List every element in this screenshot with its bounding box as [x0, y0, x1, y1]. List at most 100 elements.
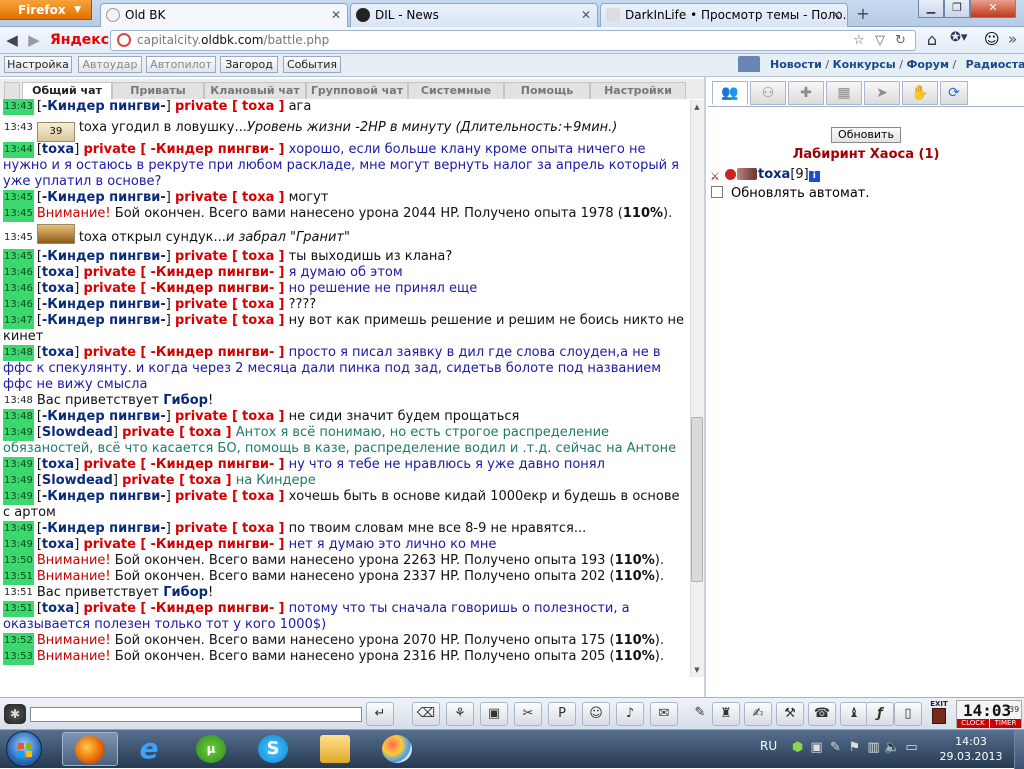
sender-nick[interactable]: toxa	[42, 601, 74, 616]
taskbar-ie[interactable]: e	[122, 732, 178, 766]
hands-tab-icon[interactable]: ✋	[902, 81, 938, 105]
chat-input[interactable]	[30, 707, 362, 722]
sender-nick[interactable]: -Киндер пингви-	[42, 521, 166, 536]
clear-chat-icon[interactable]: ✉	[650, 702, 678, 726]
auto-refresh-row[interactable]: Обновлять автомат.	[711, 186, 870, 201]
addon-menu-icon[interactable]: ✪▾	[950, 30, 976, 50]
scroll-up-icon[interactable]: ▲	[691, 101, 703, 113]
chat-mode-icon[interactable]: ✱	[4, 704, 26, 724]
windows-start-button[interactable]	[6, 731, 42, 767]
tray-display-icon[interactable]: ▭	[902, 740, 921, 755]
dropdown-arrow-icon[interactable]: ▽	[875, 31, 885, 50]
private-label[interactable]: private [	[83, 345, 146, 360]
sender-nick[interactable]: toxa	[42, 142, 74, 157]
private-recipient[interactable]: toxa	[242, 249, 274, 264]
site-identity-icon[interactable]	[117, 33, 131, 47]
forward-arrow-icon[interactable]: ▶	[24, 30, 44, 50]
private-recipient[interactable]: toxa	[242, 99, 274, 114]
private-recipient[interactable]: toxa	[242, 409, 274, 424]
tab-general-chat[interactable]: Общий чат	[22, 82, 112, 99]
close-tab-icon[interactable]: ✕	[581, 4, 591, 26]
sender-nick[interactable]: toxa	[42, 457, 74, 472]
arrow-tab-icon[interactable]: ➤	[864, 81, 900, 105]
refresh-button[interactable]: Обновить	[831, 127, 901, 143]
tray-flag-icon[interactable]: ⚑	[845, 740, 864, 755]
save-log-icon[interactable]: ▣	[480, 702, 508, 726]
tray-app-icon[interactable]: ▣	[807, 740, 826, 755]
tab-darkinlife[interactable]: DarkInLife • Просмотр темы - Поло... ✕	[600, 3, 848, 27]
minimize-window-button[interactable]: ▁	[918, 0, 944, 18]
private-recipient[interactable]: toxa	[242, 521, 274, 536]
firefox-menu-button[interactable]: Firefox ▼	[0, 0, 92, 20]
tab-group-chat[interactable]: Групповой чат	[306, 82, 408, 99]
language-indicator[interactable]: RU	[760, 739, 777, 753]
tab-old-bk[interactable]: Old BK ✕	[100, 3, 348, 28]
sender-nick[interactable]: -Киндер пингви-	[42, 297, 166, 312]
more-tools-icon[interactable]: »	[1008, 30, 1022, 50]
private-label[interactable]: private [	[83, 142, 146, 157]
sender-nick[interactable]: toxa	[42, 281, 74, 296]
exit-button[interactable]: EXIT	[928, 700, 950, 728]
news-link[interactable]: Новости	[770, 58, 822, 71]
sender-nick[interactable]: Slowdead	[42, 425, 113, 440]
private-label[interactable]: private [	[83, 537, 146, 552]
close-tab-icon[interactable]: ✕	[331, 4, 341, 26]
sender-nick[interactable]: -Киндер пингви-	[42, 489, 166, 504]
show-desktop-button[interactable]	[1014, 730, 1024, 769]
event-actor[interactable]: toxa	[79, 120, 107, 135]
sender-nick[interactable]: toxa	[42, 265, 74, 280]
home-icon[interactable]: ⌂	[922, 30, 942, 50]
suburb-button[interactable]: Загород	[220, 56, 278, 73]
chat-scrollbar[interactable]	[690, 100, 704, 677]
taskbar-explorer[interactable]	[308, 732, 364, 766]
system-clock[interactable]: 14:03 29.03.2013	[936, 734, 1006, 764]
scroll-icon[interactable]: ✍	[744, 702, 772, 726]
greeting-name[interactable]: Гибор	[163, 393, 208, 408]
private-label[interactable]: private [	[122, 425, 185, 440]
maximize-window-button[interactable]: ❐	[944, 0, 970, 18]
send-message-icon[interactable]: ↵	[366, 702, 394, 726]
bag-icon[interactable]: ♝	[840, 702, 868, 726]
private-label[interactable]: private [	[83, 265, 146, 280]
timer-tab[interactable]: TIMER	[990, 719, 1021, 728]
sender-nick[interactable]: -Киндер пингви-	[42, 99, 166, 114]
private-label[interactable]: private [	[175, 489, 238, 504]
tab-system[interactable]: Системные	[408, 82, 504, 99]
yandex-logo[interactable]: Яндекс	[50, 30, 109, 51]
private-label[interactable]: private [	[83, 457, 146, 472]
auto-refresh-checkbox[interactable]	[711, 186, 723, 198]
reload-icon[interactable]: ↻	[895, 31, 906, 50]
party-tab-icon[interactable]: ⚇	[750, 81, 786, 105]
private-label[interactable]: private [	[175, 190, 238, 205]
filter-icon[interactable]: ⚘	[446, 702, 474, 726]
close-tab-icon[interactable]: ✕	[831, 4, 841, 26]
private-recipient[interactable]: -Киндер пингви-	[151, 345, 275, 360]
hammer-icon[interactable]: ⚒	[776, 702, 804, 726]
tab-dil-news[interactable]: DIL - News ✕	[350, 3, 598, 27]
tray-volume-icon[interactable]: 🔈	[883, 740, 902, 755]
forum-link[interactable]: Форум	[906, 58, 949, 71]
door-icon[interactable]: ▯	[894, 702, 922, 726]
tray-tool-icon[interactable]: ✎	[826, 740, 845, 755]
private-recipient[interactable]: toxa	[242, 313, 274, 328]
taskbar-paint[interactable]	[370, 732, 426, 766]
tab-help[interactable]: Помощь	[504, 82, 590, 99]
scroll-down-icon[interactable]: ▼	[691, 664, 703, 676]
private-label[interactable]: private [	[83, 281, 146, 296]
smiley-addon-icon[interactable]: ☺	[984, 30, 1004, 50]
private-label[interactable]: private [	[122, 473, 185, 488]
greeting-name[interactable]: Гибор	[163, 585, 208, 600]
user-name[interactable]: toxa	[758, 167, 790, 182]
private-label[interactable]: private [	[175, 409, 238, 424]
private-label[interactable]: private [	[175, 313, 238, 328]
sound-icon[interactable]: ♪	[616, 702, 644, 726]
private-label[interactable]: private [	[83, 601, 146, 616]
private-recipient[interactable]: -Киндер пингви-	[151, 142, 275, 157]
feather-icon[interactable]: ✎	[686, 702, 714, 726]
scroll-thumb[interactable]	[691, 417, 703, 582]
castle-tab-icon[interactable]: ▦	[826, 81, 862, 105]
clock-tab[interactable]: CLOCK	[957, 719, 989, 728]
taskbar-firefox[interactable]	[62, 732, 118, 766]
private-label[interactable]: private [	[175, 99, 238, 114]
private-recipient[interactable]: -Киндер пингви-	[151, 281, 275, 296]
